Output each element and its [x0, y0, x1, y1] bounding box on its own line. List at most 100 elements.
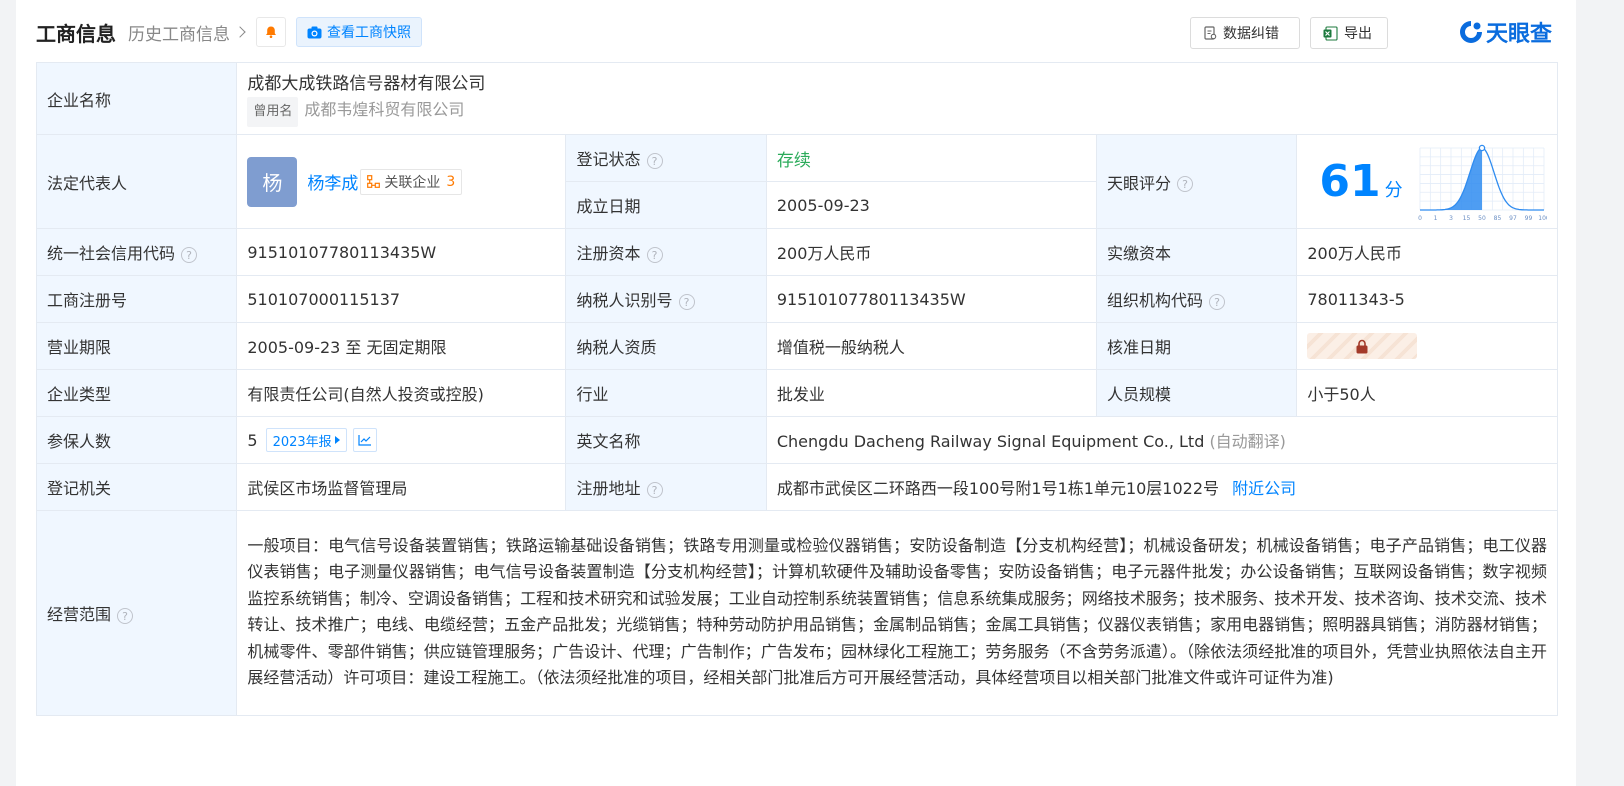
- tick-label: 50: [1478, 215, 1486, 222]
- help-icon[interactable]: ?: [117, 607, 134, 624]
- bell-icon[interactable]: [256, 17, 286, 47]
- insured-label: 参保人数: [35, 416, 238, 464]
- logo-mark-icon: [1460, 21, 1482, 43]
- staff-size: 小于50人: [1296, 369, 1558, 417]
- paid-capital: 200万人民币: [1296, 228, 1558, 276]
- en-name-label: 英文名称: [565, 416, 767, 464]
- taxpayer-id-label: 纳税人识别号: [576, 291, 673, 310]
- credit-code: 91510107780113435W: [236, 228, 567, 276]
- score-unit: 分: [1384, 180, 1403, 201]
- company-name-label: 企业名称: [35, 62, 238, 135]
- type-label: 企业类型: [35, 369, 238, 417]
- avatar[interactable]: 杨: [247, 156, 298, 207]
- tick-label: 0: [1418, 215, 1422, 222]
- help-icon[interactable]: ?: [1177, 176, 1194, 192]
- found-date: 2005-09-23: [765, 181, 1098, 229]
- tianyancha-logo[interactable]: 天眼查: [1458, 16, 1552, 48]
- table-row: 营业期限 2005-09-23 至 无固定期限 纳税人资质 增值税一般纳税人 核…: [35, 322, 1558, 370]
- score-marker: [1478, 144, 1486, 151]
- score-cell[interactable]: 61 分 0 1 3 15 50 85 97 99 100: [1296, 134, 1558, 229]
- table-row: 统一社会信用代码? 91510107780113435W 注册资本? 200万人…: [35, 228, 1558, 276]
- taxpayer-id: 91510107780113435W: [765, 275, 1098, 323]
- reg-no: 510107000115137: [236, 275, 567, 323]
- org-code: 78011343-5: [1296, 275, 1558, 323]
- insured-cell: 5 2023年报: [236, 416, 567, 464]
- authority-label: 登记机关: [35, 463, 238, 511]
- tick-label: 85: [1494, 215, 1502, 222]
- history-link-label: 历史工商信息: [128, 24, 230, 45]
- table-row: 法定代表人 杨 杨李成 关联企业 3 登记状态? 存续 天眼评分? 61 分 0 1…: [35, 134, 1558, 229]
- help-icon[interactable]: ?: [646, 246, 663, 263]
- credit-code-label-cell: 统一社会信用代码?: [35, 228, 238, 276]
- tax-qual-label: 纳税人资质: [565, 322, 767, 370]
- business-scope: 一般项目：电气信号设备装置销售；铁路运输基础设备销售；铁路专用测量或检验仪器销售…: [236, 510, 1558, 716]
- related-label: 关联企业: [384, 174, 441, 191]
- approve-date-cell: [1296, 322, 1558, 370]
- caret-right-icon: [334, 436, 340, 445]
- excel-icon: [1323, 25, 1338, 41]
- export-button[interactable]: 导出: [1310, 17, 1388, 49]
- edit-doc-icon: [1204, 26, 1217, 40]
- legal-rep-label: 法定代表人: [35, 134, 238, 229]
- help-icon[interactable]: ?: [646, 152, 663, 169]
- help-icon[interactable]: ?: [646, 481, 663, 498]
- reg-status: 存续: [765, 134, 1098, 182]
- history-link[interactable]: 历史工商信息: [128, 20, 246, 45]
- reg-status-label: 登记状态: [576, 150, 641, 169]
- tick-label: 15: [1463, 215, 1471, 222]
- tick-label: 100: [1538, 215, 1547, 222]
- company-name: 成都大成铁路信号器材有限公司: [247, 73, 486, 94]
- reg-capital: 200万人民币: [765, 228, 1098, 276]
- org-code-label: 组织机构代码: [1107, 291, 1204, 310]
- former-name: 成都韦煌科贸有限公司: [304, 99, 465, 119]
- tick-label: 1: [1434, 215, 1438, 222]
- company-type: 有限责任公司(自然人投资或控股): [236, 369, 567, 417]
- related-count: 3: [446, 173, 456, 190]
- company-name-cell: 成都大成铁路信号器材有限公司 曾用名 成都韦煌科贸有限公司: [236, 62, 1558, 135]
- scope-label: 经营范围: [47, 605, 112, 624]
- found-date-label: 成立日期: [565, 181, 767, 229]
- correction-button[interactable]: 数据纠错: [1190, 17, 1300, 49]
- help-icon[interactable]: ?: [1209, 293, 1226, 310]
- table-row: 参保人数 5 2023年报 英文名称 Chengdu Dacheng Railwa…: [35, 416, 1559, 464]
- en-name: Chengdu Dacheng Railway Signal Equipment…: [776, 432, 1205, 451]
- score-label-cell: 天眼评分?: [1095, 134, 1298, 229]
- table-row: 企业类型 有限责任公司(自然人投资或控股) 行业 批发业 人员规模 小于50人: [35, 369, 1558, 417]
- tick-label: 97: [1509, 215, 1517, 222]
- reg-status-label-cell: 登记状态?: [565, 134, 767, 182]
- tianyan-score-label: 天眼评分: [1107, 173, 1172, 193]
- trend-line-icon[interactable]: [352, 427, 377, 452]
- auto-translate-note: (自动翻译): [1209, 432, 1286, 451]
- logo-text: 天眼查: [1486, 22, 1553, 47]
- authority: 武侯区市场监督管理局: [236, 463, 567, 511]
- export-label: 导出: [1344, 26, 1372, 42]
- tax-qual: 增值税一般纳税人: [765, 322, 1098, 370]
- annual-report-button[interactable]: 2023年报: [265, 428, 347, 453]
- industry-label: 行业: [565, 369, 767, 417]
- snapshot-label: 查看工商快照: [327, 25, 411, 41]
- help-icon[interactable]: ?: [678, 293, 695, 310]
- lock-icon: [1356, 339, 1368, 353]
- chevron-right-icon: [234, 26, 246, 38]
- locked-value-bar[interactable]: [1307, 333, 1418, 359]
- table-row: 经营范围? 一般项目：电气信号设备装置销售；铁路运输基础设备销售；铁路专用测量或…: [35, 510, 1558, 716]
- reg-no-label: 工商注册号: [35, 275, 238, 323]
- score-value: 61: [1319, 156, 1381, 207]
- score-distribution-chart: 0 1 3 15 50 85 97 99 100: [1418, 144, 1547, 222]
- help-icon[interactable]: ?: [181, 246, 198, 263]
- tick-label: 99: [1525, 215, 1533, 222]
- org-code-label-cell: 组织机构代码?: [1095, 275, 1298, 323]
- approve-date-label: 核准日期: [1095, 322, 1298, 370]
- tick-label: 3: [1449, 215, 1453, 222]
- industry: 批发业: [765, 369, 1098, 417]
- snapshot-button[interactable]: 查看工商快照: [296, 17, 422, 47]
- legal-rep-name[interactable]: 杨李成: [307, 169, 358, 194]
- nearby-companies-link[interactable]: 附近公司: [1232, 479, 1296, 498]
- address-label-cell: 注册地址?: [565, 463, 767, 511]
- credit-code-label: 统一社会信用代码: [47, 244, 176, 263]
- related-companies-button[interactable]: 关联企业 3: [360, 168, 463, 195]
- insured-count: 5: [247, 430, 258, 450]
- annual-report-label: 2023年报: [272, 434, 332, 450]
- reg-capital-label-cell: 注册资本?: [565, 228, 767, 276]
- section-title: 工商信息: [36, 21, 116, 46]
